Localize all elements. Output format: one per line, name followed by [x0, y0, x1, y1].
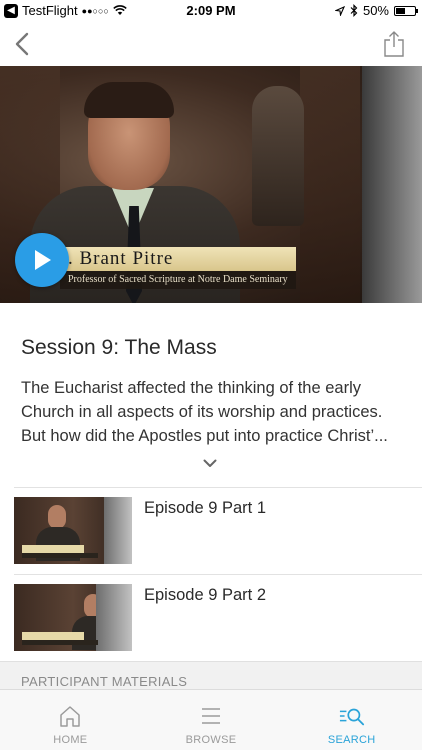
speaker-hair	[84, 82, 174, 118]
back-button[interactable]	[8, 30, 36, 58]
play-icon	[35, 250, 51, 270]
menu-icon	[198, 703, 224, 729]
tab-search[interactable]: SEARCH	[281, 690, 422, 750]
episode-row[interactable]: Episode 9 Part 2	[0, 574, 422, 660]
episode-thumbnail	[14, 584, 132, 651]
status-right: 50%	[334, 3, 418, 18]
tab-bar: HOME BROWSE SEARCH	[0, 689, 422, 750]
status-bar: ◀ TestFlight ●●○○○ 2:09 PM 50%	[0, 0, 422, 22]
thumb-window	[96, 584, 132, 651]
battery-icon	[394, 5, 418, 16]
battery-percent: 50%	[362, 3, 389, 18]
play-button[interactable]	[15, 233, 69, 287]
thumb-title-bar	[22, 553, 98, 558]
background-window	[362, 66, 422, 303]
battery-fill	[396, 7, 405, 14]
thumb-name-bar	[22, 632, 84, 640]
navigation-bar	[0, 22, 422, 66]
tab-home[interactable]: HOME	[0, 690, 141, 750]
thumb-speaker-head	[48, 505, 66, 529]
tab-browse[interactable]: BROWSE	[141, 690, 282, 750]
session-info: Session 9: The Mass The Eucharist affect…	[21, 334, 406, 448]
thumb-title-bar	[22, 640, 98, 645]
speaker-name: . Brant Pitre	[60, 247, 296, 271]
location-icon	[334, 5, 345, 16]
bluetooth-icon	[350, 4, 358, 17]
session-description: The Eucharist affected the thinking of t…	[21, 379, 388, 445]
speaker-lower-third: . Brant Pitre Professor of Sacred Script…	[60, 247, 296, 291]
chevron-down-icon	[203, 459, 217, 467]
share-icon	[384, 31, 404, 57]
speaker-title: Professor of Sacred Scripture at Notre D…	[60, 271, 296, 289]
tab-label: BROWSE	[185, 734, 237, 746]
search-icon	[339, 703, 365, 729]
background-statue	[252, 86, 304, 226]
background-panel	[300, 66, 360, 303]
episode-thumbnail	[14, 497, 132, 564]
thumb-name-bar	[22, 545, 84, 553]
session-title: Session 9: The Mass	[21, 336, 217, 359]
section-header-label: PARTICIPANT MATERIALS	[21, 674, 188, 689]
home-icon	[57, 703, 83, 729]
episode-title: Episode 9 Part 1	[144, 499, 266, 517]
tab-label: SEARCH	[327, 734, 376, 746]
expand-description-button[interactable]	[200, 456, 220, 470]
chevron-left-icon	[15, 32, 29, 56]
tab-label: HOME	[53, 734, 88, 746]
episode-row[interactable]: Episode 9 Part 1	[0, 487, 422, 573]
participant-materials-header: PARTICIPANT MATERIALS	[0, 661, 422, 689]
thumb-window	[104, 497, 132, 564]
episode-title: Episode 9 Part 2	[144, 586, 266, 604]
share-button[interactable]	[380, 28, 408, 60]
